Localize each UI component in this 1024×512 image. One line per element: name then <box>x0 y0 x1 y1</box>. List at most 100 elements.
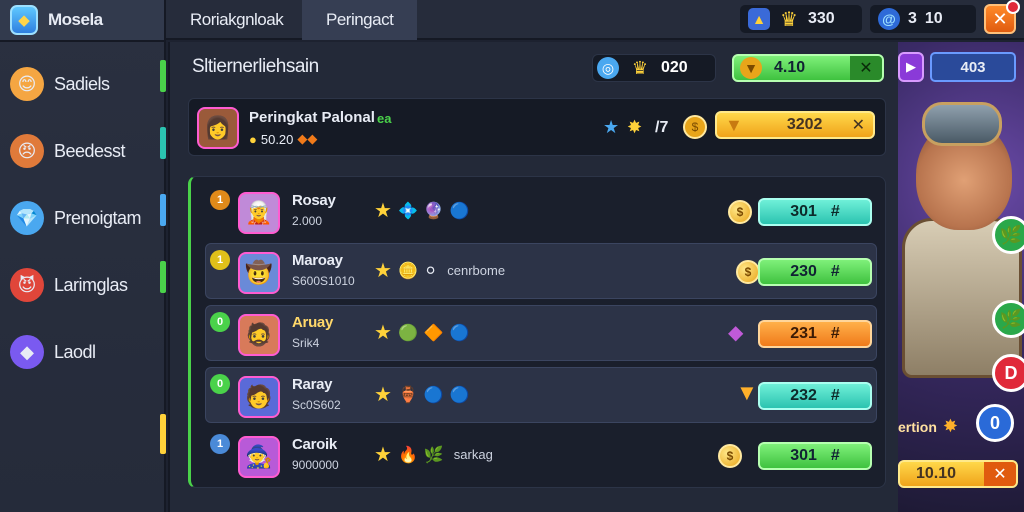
coin-icon: $ <box>728 200 752 224</box>
row-value: 231 <box>790 325 817 342</box>
reward-icon: 🔵 <box>423 386 444 404</box>
demon-face-icon: 😈 <box>10 268 44 302</box>
zero-button[interactable]: 0 <box>976 404 1014 442</box>
leaf-button[interactable]: 🌿 <box>992 300 1024 338</box>
crown-icon: ♛ <box>780 8 798 31</box>
close-button[interactable]: ✕ <box>984 0 1020 34</box>
reward-icon: 🌿 <box>423 446 444 464</box>
table-row[interactable]: 1 🧝 Rosay 2.000 ★ 💠 🔮 🔵 $ 301 # <box>205 183 877 239</box>
shield-icon: ◆ <box>10 5 38 35</box>
zero-label: 0 <box>989 412 1000 433</box>
row-value: 230 <box>790 263 817 280</box>
warrior-face-icon: 😠 <box>10 134 44 168</box>
hero-bottom-value: 10.10 <box>916 465 957 482</box>
player-name: Caroik <box>292 436 337 453</box>
tab-peringact[interactable]: Peringact <box>302 0 418 40</box>
sidebar-header-label: Mosela <box>48 10 103 29</box>
row-tail: # <box>830 203 840 220</box>
search-icon: ◎ <box>597 57 619 79</box>
row-tail: # <box>830 325 840 342</box>
leaf-icon: 🌿 <box>999 308 1023 329</box>
swirl-icon: @ <box>878 8 900 30</box>
reward-icon: 🔵 <box>449 324 470 342</box>
rank-badge: 1 <box>210 250 230 270</box>
gold-resource[interactable]: ▲ ♛ 330 <box>740 5 862 33</box>
player-name: Rosay <box>292 192 336 209</box>
player-avatar: 🧔 <box>238 314 280 356</box>
sidebar-item-beedesst[interactable]: 😠 Beedesst <box>0 123 166 179</box>
coin-icon: $ <box>683 115 707 139</box>
tab-roriakgnloak[interactable]: Roriakgnloak <box>166 0 307 40</box>
row-value-button[interactable]: 301 # <box>758 198 872 226</box>
player-avatar: 🧝 <box>238 192 280 234</box>
right-value-badge[interactable]: 403 <box>930 52 1016 82</box>
sidebar-item-sadiels[interactable]: 😊 Sadiels <box>0 56 166 112</box>
row-value: 301 <box>790 203 817 220</box>
hero-caption-row: ertion ✸ <box>898 416 958 437</box>
reward-icon: 💠 <box>397 202 418 220</box>
row-note: cenrbome <box>447 263 506 278</box>
player-name: Maroay <box>292 252 343 269</box>
leaf-icon: 🌿 <box>999 224 1023 245</box>
featured-gold-button[interactable]: ▼ 3202 ✕ <box>715 111 875 139</box>
sidebar-item-larimglas[interactable]: 😈 Larimglas <box>0 257 166 313</box>
table-row[interactable]: 0 🧑 Raray Sc0S602 ★ 🏺 🔵 🔵 ▼ 232 # <box>205 367 877 423</box>
hero-face-icon: 😊 <box>10 67 44 101</box>
row-value-button[interactable]: 232 # <box>758 382 872 410</box>
hero-goggles <box>922 102 1002 146</box>
player-name: Aruay <box>292 314 334 331</box>
player-score: 9000000 <box>292 458 339 472</box>
d-button[interactable]: D <box>992 354 1024 392</box>
gem-icon: ◆ <box>728 322 744 344</box>
sun-icon: ✸ <box>627 117 643 137</box>
table-row[interactable]: 0 🧔 Aruay Srik4 ★ 🟢 🔶 🔵 ◆ 231 # <box>205 305 877 361</box>
featured-sub-value: 50.20 <box>260 131 294 147</box>
play-button[interactable]: ▶ <box>898 52 924 82</box>
close-label: ✕ <box>992 8 1008 29</box>
green-value-button[interactable]: ▼ 4.10 ✕ <box>732 54 884 82</box>
row-value-button[interactable]: 231 # <box>758 320 872 348</box>
search-field[interactable]: ◎ ♛ 020 <box>592 54 716 82</box>
rank-badge: 0 <box>210 374 230 394</box>
sidebar-header[interactable]: ◆ Mosela <box>0 0 164 42</box>
reward-icon: 🔮 <box>423 202 444 220</box>
featured-entry[interactable]: 👩 Peringkat Palonal ea ● 50.20 ◆◆ ★ ✸ /7… <box>188 98 886 156</box>
sidebar-item-laodl[interactable]: ◆ Laodl <box>0 324 166 454</box>
row-tail: # <box>830 387 840 404</box>
featured-gold-close[interactable]: ✕ <box>852 115 873 135</box>
rank-badge: 0 <box>210 312 230 332</box>
reward-icons: ★ 🔥 🌿 sarkag <box>374 442 493 467</box>
reward-icon: 🔶 <box>423 324 444 342</box>
hero-bottom-button[interactable]: 10.10 ✕ <box>898 460 1018 488</box>
selection-bar <box>160 127 166 159</box>
player-avatar: 🧑 <box>238 376 280 418</box>
table-row[interactable]: 1 🧙 Caroik 9000000 ★ 🔥 🌿 sarkag $ 301 # <box>205 427 877 483</box>
green-close-button[interactable]: ✕ <box>850 56 882 80</box>
coin-icon: $ <box>736 260 760 284</box>
ranking-panel: Sltiernerliehsain ◎ ♛ 020 ▼ 4.10 ✕ 👩 Per… <box>168 42 898 512</box>
player-score: Sc0S602 <box>292 398 341 412</box>
tab-label: Peringact <box>326 10 394 29</box>
table-row[interactable]: 1 🤠 Maroay S600S1010 ★ 🪙 ⚪ cenrbome $ 23… <box>205 243 877 299</box>
tab-label: Roriakgnloak <box>190 10 284 29</box>
energy-resource[interactable]: @ 3 10 <box>870 5 976 33</box>
reward-icon: 🔵 <box>449 386 470 404</box>
sidebar-item-prenoigtam[interactable]: 💎 Prenoigtam <box>0 190 166 246</box>
sidebar: ◆ Mosela 😊 Sadiels 😠 Beedesst 💎 Prenoigt… <box>0 0 166 512</box>
sidebar-item-label: Sadiels <box>54 73 110 94</box>
leaf-button[interactable]: 🌿 <box>992 216 1024 254</box>
row-value-button[interactable]: 230 # <box>758 258 872 286</box>
star-icon: ★ <box>374 200 392 222</box>
star-icon: ★ <box>603 117 620 137</box>
row-note: sarkag <box>453 447 493 462</box>
reward-icons: ★ 🟢 🔶 🔵 <box>374 320 470 345</box>
row-value-button[interactable]: 301 # <box>758 442 872 470</box>
sidebar-item-label: Larimglas <box>54 274 128 295</box>
row-tail: # <box>830 447 840 464</box>
featured-rating: /7 <box>655 119 669 136</box>
right-value: 403 <box>960 58 986 76</box>
star-icon: ★ <box>374 384 392 406</box>
hero-bottom-close[interactable]: ✕ <box>984 462 1016 486</box>
player-avatar: 🧙 <box>238 436 280 478</box>
coin-icon: $ <box>718 444 742 468</box>
